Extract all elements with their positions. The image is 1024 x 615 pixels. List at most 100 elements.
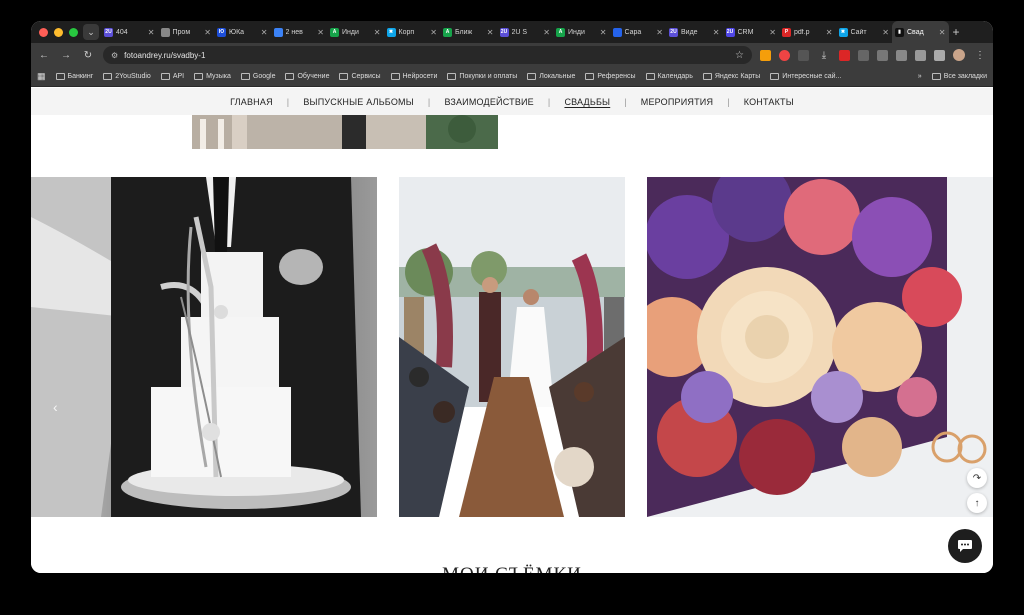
- bookmark-star-icon[interactable]: ☆: [735, 50, 744, 61]
- browser-tab[interactable]: A Инди ✕: [553, 21, 610, 43]
- reload-icon[interactable]: ↻: [81, 50, 95, 61]
- tab-favicon-icon: ✖: [838, 27, 848, 37]
- tab-favicon-icon: P: [782, 27, 791, 37]
- bookmark-folder[interactable]: Интересные сай...: [770, 73, 841, 80]
- bookmark-folder[interactable]: Яндекс Карты: [702, 73, 761, 80]
- tab-title: Ближ: [455, 28, 473, 36]
- maximize-window-button[interactable]: [69, 27, 78, 37]
- sidepanel-icon[interactable]: [934, 49, 945, 61]
- tab-favicon-icon: 2U: [669, 27, 678, 37]
- bookmark-label: 2YouStudio: [115, 73, 151, 80]
- bookmark-folder[interactable]: Сервисы: [339, 73, 381, 80]
- extension-icon[interactable]: [839, 49, 850, 61]
- extension-icon[interactable]: [798, 49, 809, 61]
- photo-wedding-cake[interactable]: ‹: [31, 177, 377, 517]
- extension-icon[interactable]: [779, 49, 790, 61]
- browser-tab[interactable]: Ю ЮКа ✕: [214, 21, 271, 43]
- bookmark-label: Сервисы: [351, 73, 381, 80]
- chat-widget-button[interactable]: [948, 529, 982, 563]
- tab-close-icon[interactable]: ✕: [713, 28, 720, 37]
- new-tab-button[interactable]: +: [953, 25, 960, 39]
- browser-tab[interactable]: 2 нев ✕: [271, 21, 328, 43]
- tab-close-icon[interactable]: ✕: [769, 28, 776, 37]
- site-nav-item[interactable]: СВАДЬБЫ: [564, 97, 610, 107]
- slider-prev-arrow-icon[interactable]: ‹: [53, 399, 58, 415]
- tab-close-icon[interactable]: ✕: [261, 28, 268, 37]
- nav-separator: |: [427, 96, 431, 107]
- tab-close-icon[interactable]: ✕: [148, 28, 155, 37]
- close-window-button[interactable]: [39, 27, 48, 37]
- bookmark-folder[interactable]: Локальные: [527, 73, 575, 80]
- translate-icon[interactable]: [877, 49, 888, 61]
- photo-wedding-ceremony[interactable]: [399, 177, 625, 517]
- tab-close-icon[interactable]: ✕: [487, 28, 494, 37]
- more-bookmarks-button[interactable]: »: [918, 73, 922, 80]
- bookmark-folder[interactable]: API: [160, 73, 185, 80]
- nav-separator: |: [547, 96, 551, 107]
- browser-tab[interactable]: Ppdf.p ✕: [779, 21, 836, 43]
- browser-tab[interactable]: Пром ✕: [158, 21, 215, 43]
- browser-tab[interactable]: A Ближ ✕: [440, 21, 497, 43]
- browser-tab[interactable]: 2U 404 ✕: [101, 21, 158, 43]
- page-content: ‹ ↷ ↑: [31, 115, 993, 573]
- extension-icon[interactable]: [858, 49, 869, 61]
- share-icon[interactable]: ↷: [967, 468, 987, 488]
- tab-close-icon[interactable]: ✕: [882, 28, 889, 37]
- site-nav-item[interactable]: МЕРОПРИЯТИЯ: [641, 97, 713, 107]
- folder-icon: [55, 73, 65, 80]
- browser-tab[interactable]: Сара ✕: [610, 21, 667, 43]
- site-nav-item[interactable]: ВЗАИМОДЕЙСТВИЕ: [444, 97, 533, 107]
- bookmark-folder[interactable]: 2YouStudio: [103, 73, 151, 80]
- nav-separator: |: [727, 96, 730, 107]
- bookmark-label: Яндекс Карты: [714, 73, 761, 80]
- site-info-icon[interactable]: ⚙: [111, 51, 118, 60]
- site-nav-item[interactable]: ГЛАВНАЯ: [230, 97, 273, 107]
- bookmark-folder[interactable]: Банкинг: [55, 73, 93, 80]
- tab-close-icon[interactable]: ✕: [600, 28, 607, 37]
- folder-icon: [585, 73, 595, 80]
- scroll-top-icon[interactable]: ↑: [967, 493, 987, 513]
- browser-tab[interactable]: 2U Виде ✕: [666, 21, 723, 43]
- browser-tab[interactable]: ✖ Сайт ✕: [836, 21, 893, 43]
- tab-close-icon[interactable]: ✕: [826, 28, 833, 37]
- site-navigation: ГЛАВНАЯ | ВЫПУСКНЫЕ АЛЬБОМЫ | ВЗАИМОДЕЙСТВИЕ…: [31, 88, 993, 115]
- tab-search-button[interactable]: ⌄: [83, 24, 99, 40]
- bookmark-folder[interactable]: Покупки и оплаты: [447, 73, 517, 80]
- site-nav-item[interactable]: КОНТАКТЫ: [744, 97, 794, 107]
- bookmark-label: API: [172, 73, 185, 80]
- download-icon[interactable]: ⤓: [817, 50, 831, 61]
- tab-close-icon[interactable]: ✕: [543, 28, 550, 37]
- tab-close-icon[interactable]: ✕: [656, 28, 663, 37]
- bookmark-folder[interactable]: Календарь: [645, 73, 693, 80]
- bookmark-folder[interactable]: Нейросети: [390, 73, 437, 80]
- tab-favicon-icon: A: [443, 27, 452, 37]
- browser-tab[interactable]: 2U 2U S ✕: [497, 21, 554, 43]
- minimize-window-button[interactable]: [54, 27, 63, 37]
- address-bar[interactable]: ⚙ fotoandrey.ru/svadby-1 ☆: [103, 46, 752, 64]
- all-bookmarks-folder[interactable]: Все закладки: [931, 73, 987, 80]
- bookmark-folder[interactable]: Музыка: [194, 73, 231, 80]
- browser-tab[interactable]: ▮ Свад ✕: [892, 21, 949, 43]
- extensions-puzzle-icon[interactable]: [915, 49, 926, 61]
- tab-close-icon[interactable]: ✕: [374, 28, 381, 37]
- profile-avatar[interactable]: [953, 49, 965, 61]
- browser-tab[interactable]: ✖ Корп ✕: [384, 21, 441, 43]
- back-icon[interactable]: ←: [37, 50, 51, 61]
- site-nav-item[interactable]: ВЫПУСКНЫЕ АЛЬБОМЫ: [303, 97, 414, 107]
- tab-title: 2 нев: [285, 28, 303, 36]
- bookmark-folder[interactable]: Референсы: [585, 73, 636, 80]
- browser-tab[interactable]: 2U CRM ✕: [723, 21, 780, 43]
- photo-bridal-bouquet[interactable]: ↷ ↑: [647, 177, 993, 517]
- menu-icon[interactable]: ⋮: [973, 50, 987, 61]
- extension-icon[interactable]: [760, 49, 771, 61]
- tab-close-icon[interactable]: ✕: [939, 28, 946, 37]
- browser-tab[interactable]: A Инди ✕: [327, 21, 384, 43]
- tab-close-icon[interactable]: ✕: [317, 28, 324, 37]
- tab-close-icon[interactable]: ✕: [204, 28, 211, 37]
- tab-close-icon[interactable]: ✕: [430, 28, 437, 37]
- bookmark-folder[interactable]: Google: [240, 73, 275, 80]
- bookmark-folder[interactable]: Обучение: [285, 73, 329, 80]
- extension-icon[interactable]: [896, 49, 907, 61]
- forward-icon[interactable]: →: [59, 50, 73, 61]
- apps-grid-icon[interactable]: ▦: [37, 71, 46, 82]
